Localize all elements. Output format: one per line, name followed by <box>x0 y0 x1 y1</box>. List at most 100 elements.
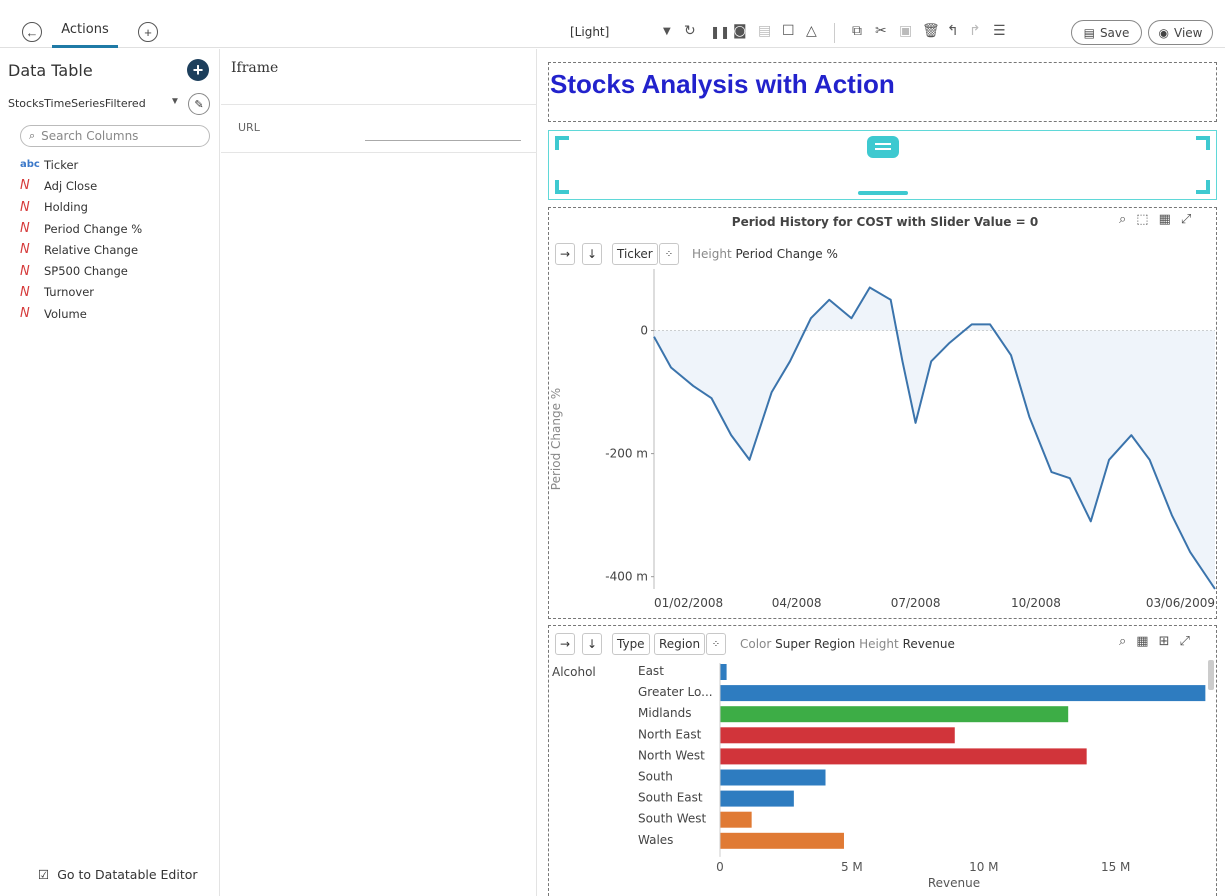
bar-chart: Alcohol East Greater Lo... Midlands North Ea… <box>552 660 1214 890</box>
theme-dropdown-icon[interactable]: ▼ <box>663 26 671 37</box>
url-input[interactable] <box>365 123 521 141</box>
save-label: Save <box>1099 25 1130 40</box>
text-type-icon: abc <box>20 159 40 171</box>
group-label: Alcohol <box>552 665 596 679</box>
x-tick-label: 01/02/2008 <box>654 596 723 610</box>
column-item[interactable]: N Volume <box>20 303 142 324</box>
column-name: SP500 Change <box>44 264 128 279</box>
url-label: URL <box>238 121 260 134</box>
chevron-down-icon[interactable]: ▼ <box>170 96 180 107</box>
resize-handle-top-right[interactable] <box>1196 136 1210 150</box>
bar <box>720 832 844 849</box>
undo-icon[interactable]: ↰ <box>947 23 959 39</box>
y-tick-label: -400 m <box>605 570 648 584</box>
slider-panel[interactable] <box>548 130 1217 200</box>
pause-icon[interactable]: ❚❚ <box>710 25 730 39</box>
dashboard-title: Stocks Analysis with Action <box>550 69 895 99</box>
search-columns-box[interactable]: ⌕ <box>20 125 210 147</box>
column-item[interactable]: N Adj Close <box>20 175 142 196</box>
x-tick-label: 0 <box>716 860 724 874</box>
paste-icon[interactable]: ▣ <box>899 23 912 39</box>
resize-handle-bottom-right[interactable] <box>1196 180 1210 194</box>
resize-handle-top-left[interactable] <box>555 136 569 150</box>
line-chart: 0 -200 m -400 m 01/02/2008 04/2008 07/2008 10/… <box>549 269 1216 610</box>
column-name: Adj Close <box>44 178 98 193</box>
x-tick-label: 10/2008 <box>1011 596 1061 610</box>
category-label: North West <box>638 748 705 762</box>
search-columns-input[interactable] <box>41 129 192 143</box>
view-label: View <box>1174 25 1203 40</box>
add-tab-icon[interactable]: + <box>138 22 158 42</box>
copy-icon[interactable]: ⧉ <box>852 23 862 39</box>
view-button[interactable]: ◉ View <box>1148 20 1213 45</box>
refresh-icon[interactable]: ↻ <box>684 23 696 39</box>
column-item[interactable]: N Turnover <box>20 282 142 303</box>
x-tick-label: 03/06/2009 <box>1146 596 1215 610</box>
numeric-type-icon: N <box>20 242 30 258</box>
numeric-type-icon: N <box>20 284 30 300</box>
iframe-properties-panel: Iframe URL <box>221 49 537 896</box>
x-tick-label: 5 M <box>841 860 863 874</box>
category-label: Midlands <box>638 706 691 720</box>
column-item[interactable]: N Relative Change <box>20 239 142 260</box>
theme-selector[interactable]: [Light] <box>570 25 609 39</box>
column-name: Volume <box>44 306 87 321</box>
edit-datasource-icon[interactable]: ✎ <box>188 93 210 115</box>
delete-icon[interactable]: 🗑 <box>922 23 940 39</box>
category-label: South <box>638 770 673 784</box>
category-label: Wales <box>638 833 673 847</box>
numeric-type-icon: N <box>20 199 30 215</box>
column-name: Period Change % <box>44 221 143 236</box>
redo-icon[interactable]: ↱ <box>969 23 981 39</box>
top-toolbar: ← Actions + [Light] ▼ ↻ ❚❚ ◙ ▤ ☐ △ ⧉ ✂ ▣… <box>0 0 1225 48</box>
x-tick-label: 07/2008 <box>891 596 941 610</box>
back-arrow-icon[interactable]: ← <box>22 22 42 42</box>
goto-datatable-editor-link[interactable]: ☑ Go to Datatable Editor <box>38 867 198 882</box>
column-item[interactable]: abc Ticker <box>20 154 142 175</box>
x-tick-label: 10 M <box>969 860 998 874</box>
x-axis-title: Revenue <box>928 876 980 890</box>
resize-handle-bottom-left[interactable] <box>555 180 569 194</box>
search-icon: ⌕ <box>29 129 36 142</box>
goto-label: Go to Datatable Editor <box>57 867 198 882</box>
numeric-type-icon: N <box>20 263 30 279</box>
y-tick-label: -200 m <box>605 447 648 461</box>
datasource-selector[interactable]: StocksTimeSeriesFiltered <box>8 97 146 110</box>
column-item[interactable]: N Period Change % <box>20 218 142 239</box>
bookmark-icon[interactable]: ☐ <box>782 23 795 39</box>
bar <box>720 769 826 786</box>
numeric-type-icon: N <box>20 221 30 237</box>
comment-icon[interactable]: ☰ <box>993 23 1006 39</box>
bell-icon[interactable]: △ <box>806 23 817 39</box>
pdf-icon[interactable]: ▤ <box>758 23 771 39</box>
save-button[interactable]: ▤ Save <box>1071 20 1142 45</box>
x-tick-label: 15 M <box>1101 860 1130 874</box>
panel-title: Iframe <box>231 60 279 76</box>
edit-icon: ☑ <box>38 867 50 882</box>
add-data-table-button[interactable]: + <box>187 59 209 81</box>
drag-handle-icon[interactable] <box>867 136 899 158</box>
cut-icon[interactable]: ✂ <box>875 23 887 39</box>
column-name: Relative Change <box>44 242 139 257</box>
bar <box>720 811 752 828</box>
data-table-panel: Data Table + StocksTimeSeriesFiltered ▼ … <box>0 49 220 896</box>
tab-actions[interactable]: Actions <box>52 10 118 48</box>
column-item[interactable]: N Holding <box>20 197 142 218</box>
numeric-type-icon: N <box>20 178 30 194</box>
bar <box>720 706 1069 723</box>
scrollbar-thumb <box>1208 660 1214 690</box>
bottom-resize-handle[interactable] <box>858 191 908 195</box>
y-axis-title: Period Change % <box>549 388 563 490</box>
bar <box>720 685 1206 702</box>
column-name: Holding <box>44 200 88 215</box>
divider <box>221 152 537 153</box>
bar <box>720 727 955 744</box>
category-label: Greater Lo... <box>638 685 713 699</box>
column-list: abc Ticker N Adj Close N Holding N Period Ch… <box>20 154 142 324</box>
bar <box>720 664 727 680</box>
snapshot-icon[interactable]: ◙ <box>733 23 747 39</box>
bar <box>720 748 1087 765</box>
panel-title: Data Table <box>8 61 93 80</box>
toolbar-divider <box>834 23 835 43</box>
column-item[interactable]: N SP500 Change <box>20 260 142 281</box>
